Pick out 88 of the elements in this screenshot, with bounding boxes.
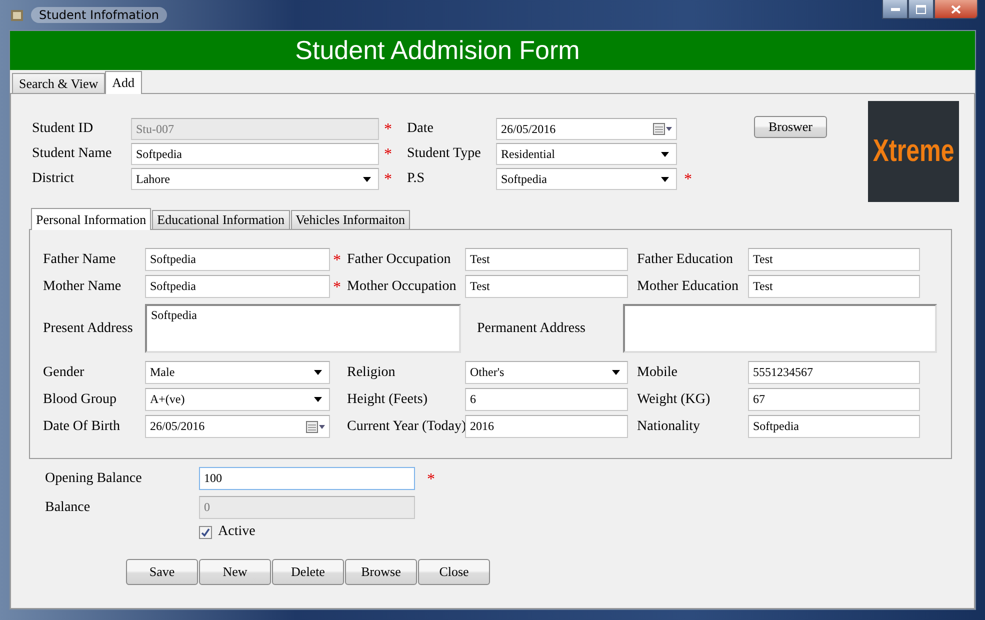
required-mark: * (384, 171, 392, 188)
input-field[interactable]: Softpedia (145, 248, 330, 271)
input-field[interactable]: 0 (199, 496, 415, 519)
field-label: Opening Balance (45, 470, 143, 486)
field-label: Mother Name (43, 278, 122, 294)
photo-upload-button[interactable]: Broswer (754, 116, 827, 138)
caret-icon (314, 397, 322, 402)
input-field[interactable]: 100 (199, 467, 415, 490)
caret-icon (612, 370, 620, 375)
form-title: Student Addmision Form (295, 35, 580, 66)
window-title: Student Infofmation (31, 7, 168, 23)
calendar-icon (306, 420, 326, 432)
field-label: Gender (43, 364, 86, 380)
required-mark: * (427, 470, 435, 488)
text-area[interactable]: Softpedia (145, 304, 461, 353)
caret-icon (661, 176, 669, 182)
field-label: Date Of Birth (43, 418, 121, 434)
text-area[interactable] (623, 304, 937, 353)
dropdown[interactable]: Lahore (131, 168, 379, 190)
input-field[interactable]: Softpedia (131, 143, 379, 165)
logo-text: Xtreme (872, 133, 954, 170)
required-mark: * (384, 146, 392, 163)
minimize-icon (890, 7, 900, 11)
field-label: Height (Feets) (347, 392, 428, 408)
input-field[interactable]: Test (465, 248, 628, 271)
field-label: Student ID (31, 121, 94, 137)
input-field[interactable]: Stu-007 (131, 118, 379, 140)
dropdown[interactable]: Male (145, 361, 330, 384)
tab[interactable]: Add (105, 71, 142, 94)
caret-icon (363, 176, 371, 182)
field-label: Present Address (43, 320, 134, 336)
input-field[interactable]: 2016 (465, 415, 628, 438)
input-field[interactable]: Test (465, 275, 628, 298)
action-button[interactable]: Save (126, 559, 198, 585)
checkbox[interactable] (199, 526, 212, 538)
app-icon (10, 8, 24, 22)
tab[interactable]: Educational Information (152, 210, 290, 229)
field-label: Father Name (43, 252, 117, 268)
tab[interactable]: Search & View (12, 73, 106, 93)
required-mark: * (684, 171, 692, 188)
field-label: Father Education (637, 252, 734, 268)
minimize-button[interactable] (882, 0, 908, 19)
date-picker[interactable]: 26/05/2016 (145, 415, 330, 438)
tab[interactable]: Vehicles Informaiton (290, 210, 410, 229)
dropdown[interactable]: Other's (465, 361, 628, 384)
tab[interactable]: Personal Information (31, 208, 152, 230)
field-label: P.S (407, 171, 426, 187)
input-field[interactable]: Softpedia (145, 275, 330, 298)
checkbox-label: Active (218, 524, 256, 540)
field-label: District (31, 171, 75, 187)
input-field[interactable]: 67 (748, 388, 920, 411)
required-mark: * (333, 252, 341, 268)
field-label: Date (407, 121, 434, 137)
input-field[interactable]: Test (748, 248, 920, 271)
field-label: Religion (347, 364, 396, 380)
input-field[interactable]: 6 (465, 388, 628, 411)
action-button[interactable]: New (199, 559, 271, 585)
field-label: Current Year (Today) (347, 418, 465, 434)
field-label: Weight (KG) (637, 392, 712, 408)
action-button[interactable]: Delete (272, 559, 344, 585)
maximize-button[interactable] (908, 0, 934, 19)
field-label: Father Occupation (347, 252, 452, 268)
caret-icon (314, 370, 322, 375)
maximize-icon (916, 4, 926, 14)
field-label: Balance (45, 500, 92, 516)
dropdown[interactable]: A+(ve) (145, 388, 330, 411)
input-field[interactable]: Test (748, 275, 920, 298)
close-button[interactable] (934, 0, 978, 19)
close-icon (951, 4, 961, 14)
field-label: Mother Education (637, 278, 740, 294)
dropdown[interactable]: Residential (496, 143, 677, 165)
field-label: Student Type (407, 146, 482, 162)
field-label: Student Name (31, 146, 113, 162)
required-mark: * (333, 278, 341, 296)
date-picker[interactable]: 26/05/2016 (496, 118, 677, 140)
field-label: Mother Occupation (347, 278, 458, 294)
input-field[interactable]: Softpedia (748, 415, 920, 438)
action-button[interactable]: Browse (345, 559, 417, 585)
caret-icon (661, 152, 669, 156)
field-label: Blood Group (43, 392, 118, 408)
required-mark: * (384, 121, 392, 138)
field-label: Permanent Address (476, 320, 586, 336)
field-label: Nationality (637, 418, 701, 434)
input-field[interactable]: 5551234567 (748, 361, 920, 384)
action-button[interactable]: Close (418, 559, 490, 585)
dropdown[interactable]: Softpedia (496, 168, 677, 190)
calendar-icon (653, 123, 673, 135)
field-label: Mobile (637, 364, 678, 380)
